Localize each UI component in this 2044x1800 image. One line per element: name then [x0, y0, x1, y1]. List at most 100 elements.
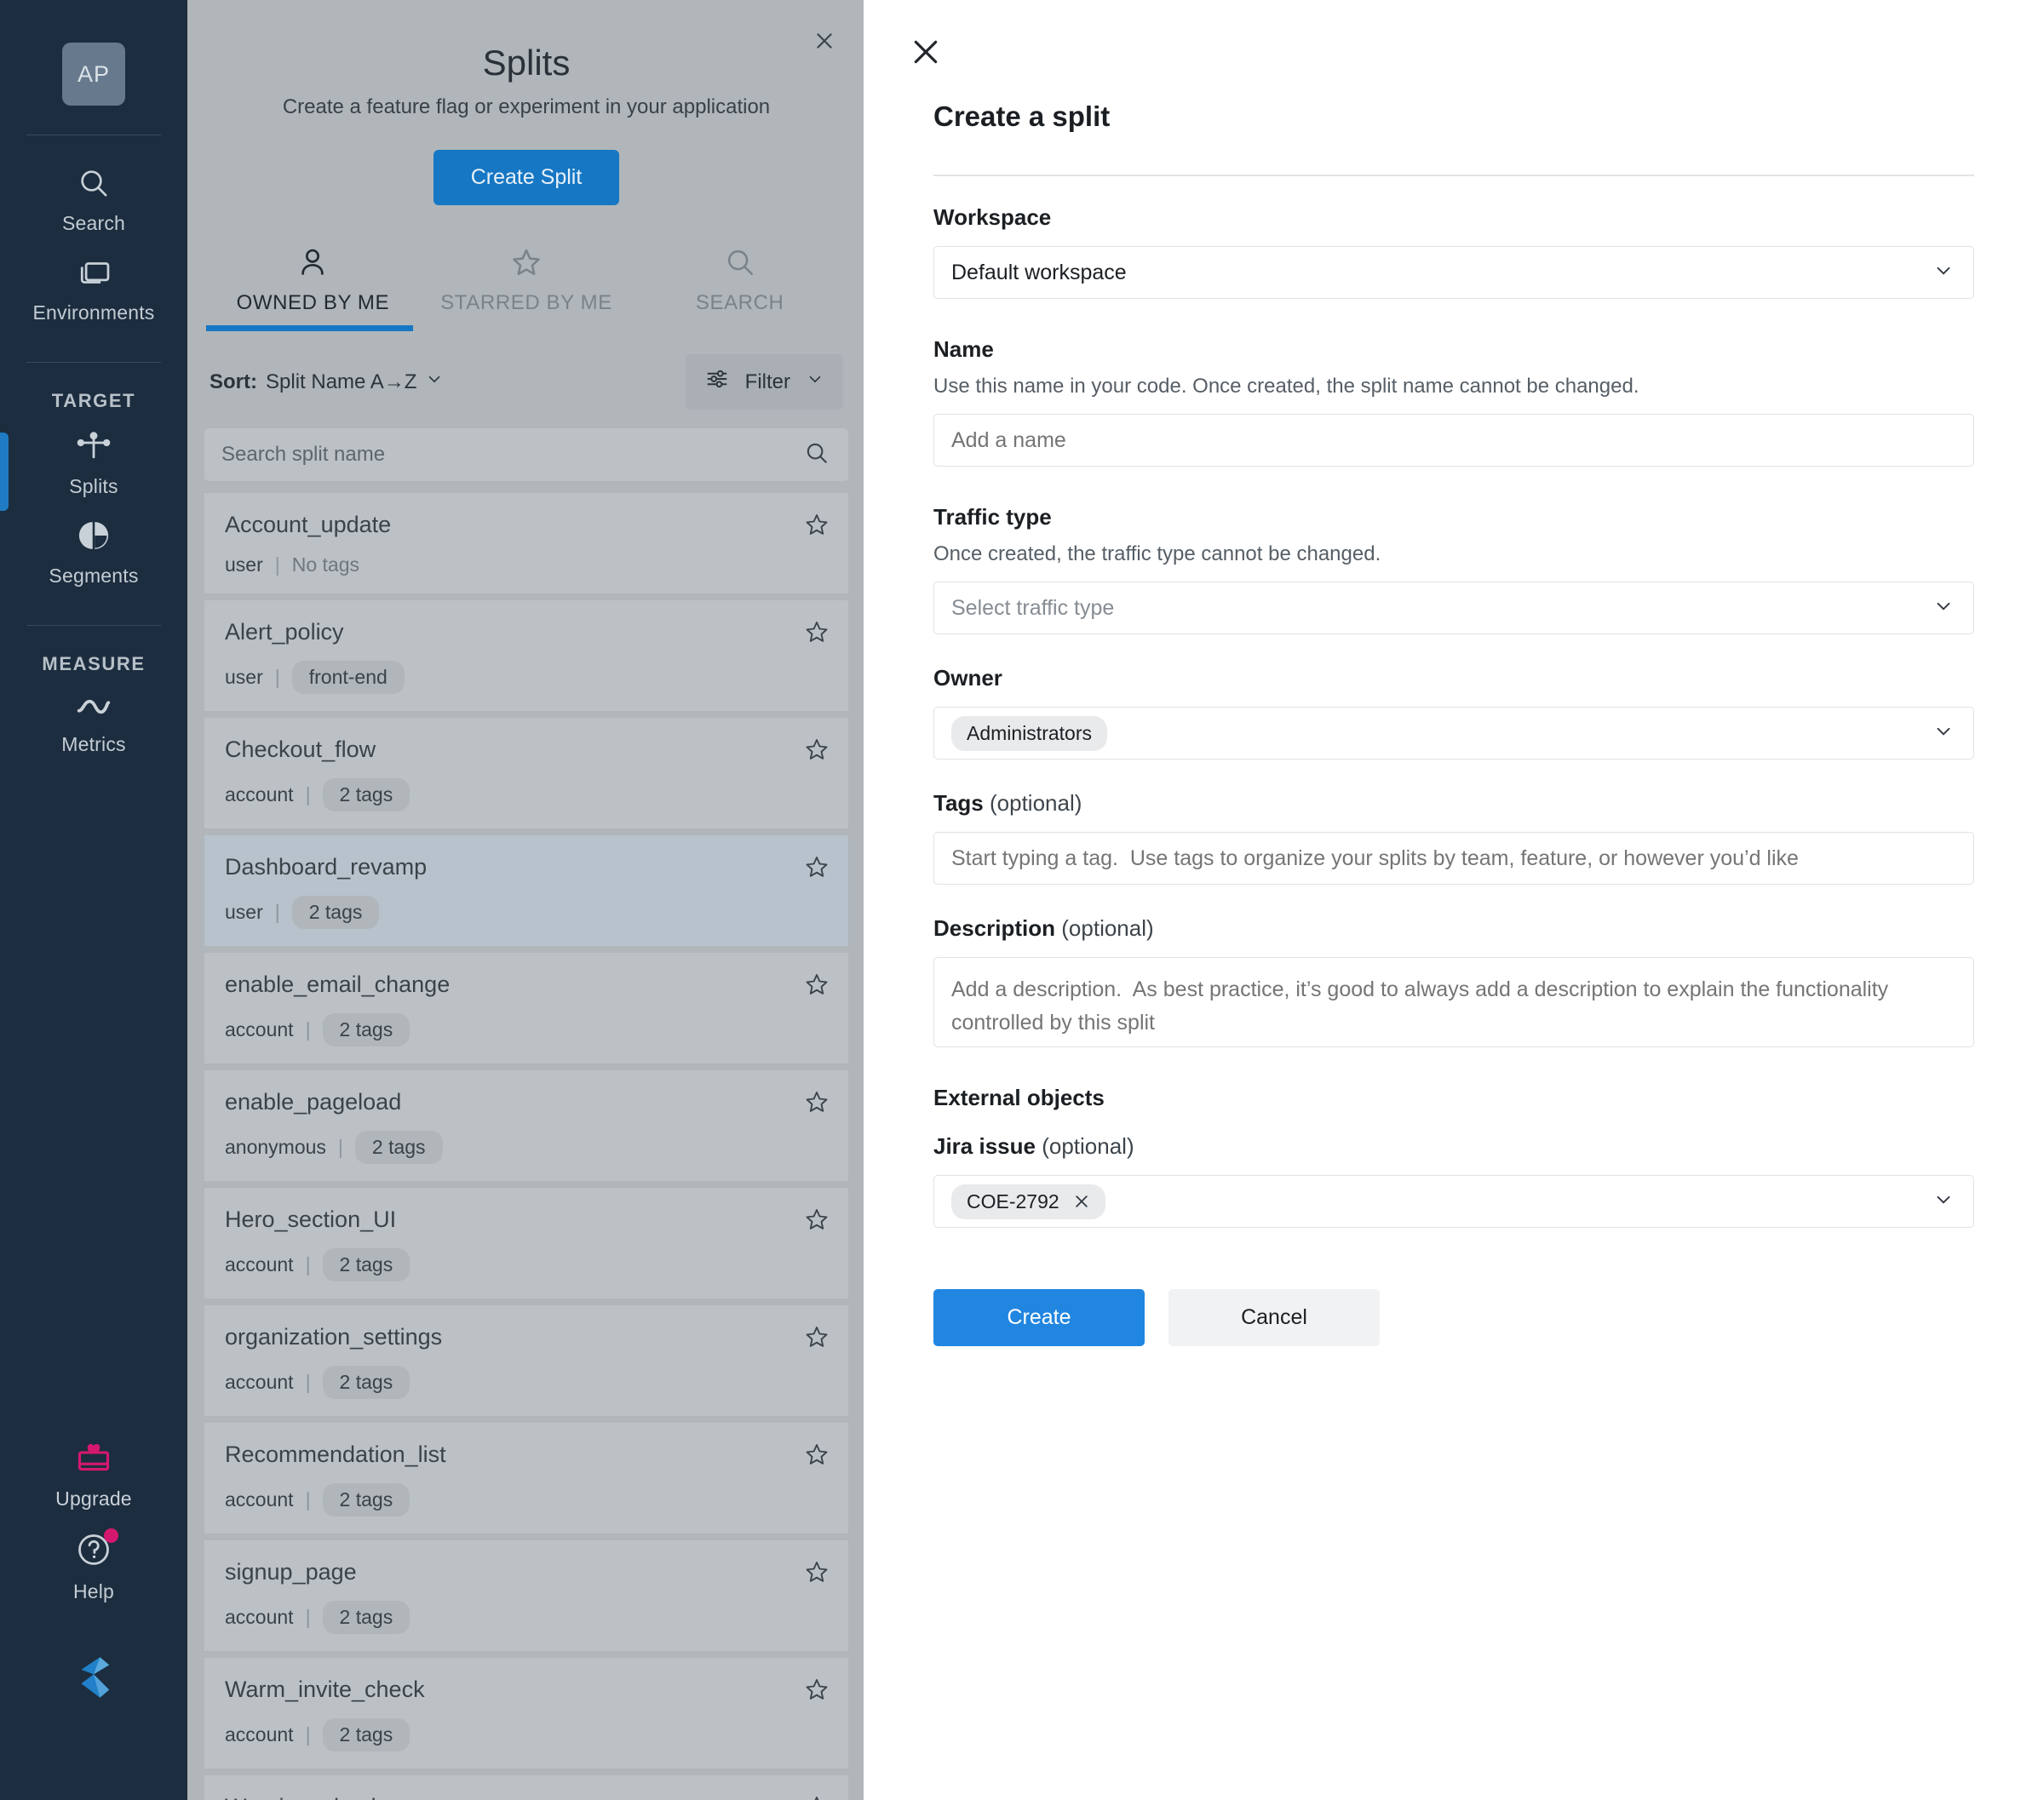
field-workspace: Workspace Default workspace	[933, 204, 1974, 299]
split-tags-chip: 2 tags	[354, 1131, 443, 1164]
split-meta: account | 2 tags	[225, 1248, 828, 1281]
split-list-item[interactable]: Account_update user | No tags	[204, 493, 848, 593]
jira-issue-optional-text: (optional)	[1042, 1133, 1134, 1159]
split-name: Account_update	[225, 512, 392, 537]
split-logo-icon[interactable]	[67, 1651, 120, 1708]
tags-input-wrapper[interactable]	[933, 832, 1974, 885]
star-icon[interactable]	[804, 619, 830, 649]
split-name: enable_email_change	[225, 972, 451, 997]
split-list-item[interactable]: Dashboard_revamp user | 2 tags	[204, 835, 848, 946]
sidebar-item-metrics[interactable]: Metrics	[0, 680, 187, 765]
star-icon[interactable]	[804, 512, 830, 542]
split-list-item[interactable]: enable_pageload anonymous | 2 tags	[204, 1070, 848, 1181]
chevron-down-icon	[1932, 1189, 1955, 1215]
star-icon[interactable]	[804, 854, 830, 884]
owner-select[interactable]: Administrators	[933, 707, 1974, 760]
jira-issue-label: Jira issue (optional)	[933, 1133, 1974, 1160]
split-list-item[interactable]: Warning_checkaccount|2 tags	[204, 1775, 848, 1800]
sidebar-bottom-group: Upgrade Help	[0, 1430, 187, 1800]
split-list-item[interactable]: enable_email_change account | 2 tags	[204, 953, 848, 1063]
meta-separator: |	[305, 1606, 311, 1628]
star-icon[interactable]	[804, 1207, 830, 1236]
split-list-item[interactable]: Warm_invite_check account | 2 tags	[204, 1658, 848, 1768]
splits-panel-close-button[interactable]	[807, 24, 841, 58]
splits-panel: Splits Create a feature flag or experime…	[187, 0, 865, 1800]
modal-close-button[interactable]	[906, 32, 945, 72]
tab-search[interactable]: SEARCH	[633, 246, 847, 324]
create-split-button[interactable]: Create Split	[433, 150, 620, 205]
search-icon[interactable]	[804, 440, 830, 470]
split-list-item[interactable]: Checkout_flow account | 2 tags	[204, 718, 848, 828]
app-root: AP Search Environments TARGET Splits Seg…	[0, 0, 2044, 1800]
split-tags-chip: 2 tags	[322, 1718, 411, 1751]
split-traffic-type: user	[225, 553, 263, 576]
split-meta: account | 2 tags	[225, 1366, 828, 1399]
traffic-type-placeholder: Select traffic type	[951, 595, 1115, 620]
split-name: Hero_section_UI	[225, 1207, 397, 1232]
split-traffic-type: account	[225, 1371, 294, 1393]
jira-issue-select[interactable]: COE-2792	[933, 1175, 1974, 1228]
meta-separator: |	[305, 1723, 311, 1746]
split-list-item[interactable]: organization_settings account | 2 tags	[204, 1305, 848, 1416]
split-meta: account | 2 tags	[225, 1601, 828, 1634]
star-icon[interactable]	[804, 1442, 830, 1471]
create-button[interactable]: Create	[933, 1289, 1145, 1346]
remove-chip-icon[interactable]	[1073, 1193, 1090, 1210]
split-meta: account | 2 tags	[225, 1718, 828, 1751]
avatar[interactable]: AP	[62, 43, 125, 106]
sort-control[interactable]: Sort: Split Name A→Z	[210, 370, 444, 394]
search-icon	[77, 166, 111, 204]
split-name: Checkout_flow	[225, 737, 376, 762]
field-description: Description (optional)	[933, 915, 1974, 1047]
sidebar-item-splits[interactable]: Splits	[0, 417, 187, 507]
split-name: Dashboard_revamp	[225, 854, 428, 880]
jira-issue-label-text: Jira issue	[933, 1133, 1036, 1159]
star-icon[interactable]	[804, 1677, 830, 1706]
workspace-label: Workspace	[933, 204, 1052, 230]
star-icon[interactable]	[804, 737, 830, 766]
active-nav-indicator	[0, 433, 9, 511]
star-icon[interactable]	[804, 1559, 830, 1589]
name-input[interactable]	[951, 427, 1956, 453]
split-traffic-type: anonymous	[225, 1136, 326, 1158]
star-icon[interactable]	[804, 1089, 830, 1119]
segments-icon	[76, 519, 112, 557]
split-meta: anonymous | 2 tags	[225, 1131, 828, 1164]
main-sidebar: AP Search Environments TARGET Splits Seg…	[0, 0, 187, 1800]
sidebar-item-search[interactable]: Search	[0, 154, 187, 244]
split-traffic-type: account	[225, 1253, 294, 1275]
sidebar-item-label: Metrics	[61, 733, 126, 755]
meta-separator: |	[274, 901, 280, 923]
tab-owned-by-me[interactable]: OWNED BY ME	[206, 246, 420, 331]
traffic-type-help-text: Once created, the traffic type cannot be…	[933, 542, 1381, 565]
split-list-item[interactable]: Recommendation_list account | 2 tags	[204, 1423, 848, 1533]
sidebar-item-help[interactable]: Help	[0, 1519, 187, 1612]
workspace-select[interactable]: Default workspace	[933, 246, 1974, 299]
search-split-input[interactable]: Search split name	[204, 428, 848, 481]
sidebar-item-segments[interactable]: Segments	[0, 507, 187, 596]
tags-input[interactable]	[951, 846, 1956, 871]
split-list-item[interactable]: Hero_section_UI account | 2 tags	[204, 1188, 848, 1298]
filter-button[interactable]: Filter	[685, 354, 843, 410]
cancel-button[interactable]: Cancel	[1168, 1289, 1380, 1346]
tab-label: OWNED BY ME	[236, 291, 390, 314]
split-list-item[interactable]: signup_page account | 2 tags	[204, 1540, 848, 1651]
search-input-placeholder: Search split name	[221, 443, 386, 466]
star-icon[interactable]	[804, 1324, 830, 1354]
tab-starred-by-me[interactable]: STARRED BY ME	[420, 246, 634, 324]
name-input-wrapper[interactable]	[933, 414, 1974, 467]
sidebar-item-environments[interactable]: Environments	[0, 244, 187, 333]
split-list-item[interactable]: Alert_policy user | front-end	[204, 600, 848, 711]
tags-label-text: Tags	[933, 790, 984, 816]
gift-icon	[75, 1442, 112, 1480]
sidebar-item-upgrade[interactable]: Upgrade	[0, 1430, 187, 1519]
traffic-type-select[interactable]: Select traffic type	[933, 582, 1974, 634]
star-icon[interactable]	[804, 1794, 830, 1800]
star-icon[interactable]	[804, 972, 830, 1001]
description-textarea[interactable]	[951, 973, 1956, 1046]
sidebar-item-label: Segments	[49, 565, 139, 587]
split-meta: account | 2 tags	[225, 1013, 828, 1046]
split-tags-chip: 2 tags	[322, 1483, 411, 1516]
description-textarea-wrapper[interactable]	[933, 957, 1974, 1047]
